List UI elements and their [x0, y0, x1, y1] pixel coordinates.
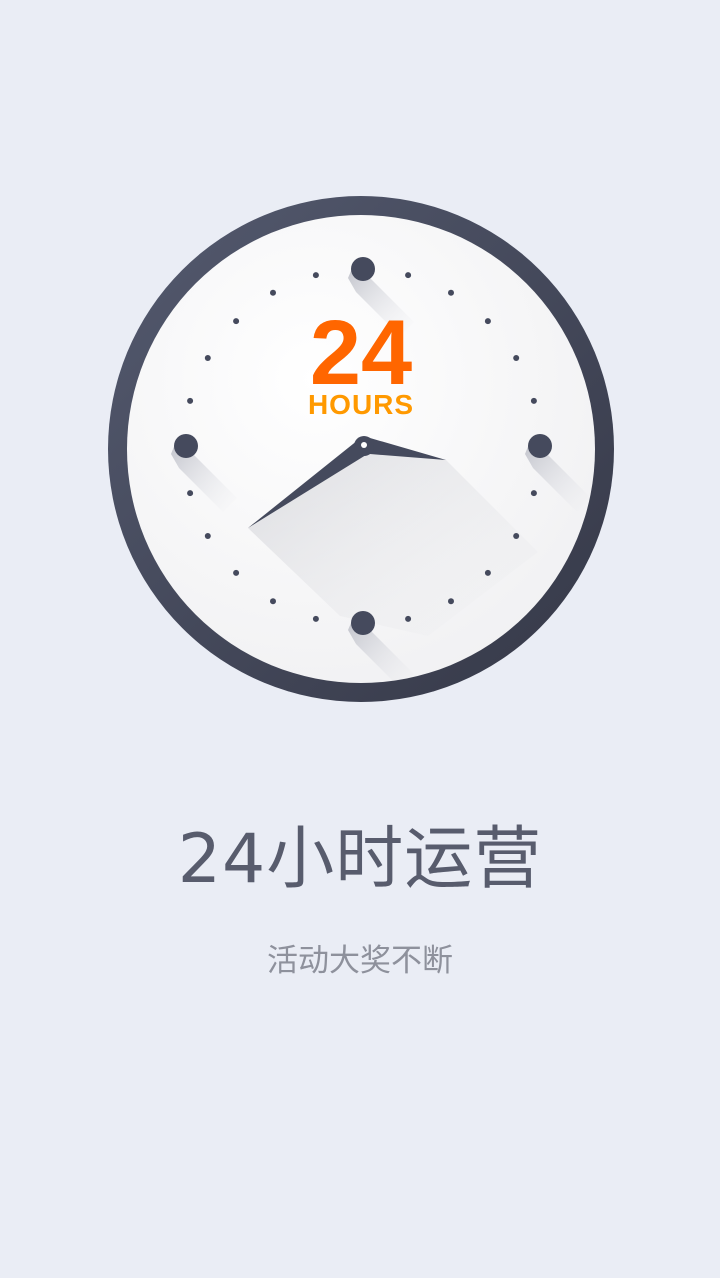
minute-tick-dot: [405, 272, 412, 279]
splash-screen: 24 HOURS 24小时运营 活动大奖不断: [0, 0, 720, 1278]
subtitle-text: 活动大奖不断: [267, 943, 453, 979]
clock-icon: 24 HOURS: [108, 196, 614, 702]
minute-tick-dot: [187, 490, 194, 497]
minute-tick-dot: [270, 289, 276, 296]
minute-tick-dot: [448, 598, 454, 605]
minute-tick-dot: [233, 318, 240, 325]
clock-center-pin: [361, 442, 367, 448]
minute-tick-dot: [312, 272, 319, 279]
minute-tick-dot: [204, 533, 211, 539]
minute-tick-dot: [448, 289, 454, 296]
minute-tick-dot: [270, 598, 276, 605]
headline-title: 24小时运营: [177, 820, 543, 899]
clock-illustration: 24 HOURS: [108, 196, 614, 702]
hour-dot-9: [174, 434, 198, 458]
hour-dot-6: [351, 611, 375, 635]
minute-tick-dot: [312, 615, 319, 622]
minute-tick-dot: [513, 533, 520, 539]
minute-tick-dot: [233, 569, 240, 576]
clock-unit-label: HOURS: [308, 389, 414, 420]
hour-dot-12: [351, 257, 375, 281]
minute-tick-dot: [484, 569, 491, 576]
minute-tick-dot: [187, 397, 194, 404]
minute-tick-dot: [530, 397, 537, 404]
minute-tick-dot: [405, 615, 412, 622]
minute-tick-dot: [204, 355, 211, 361]
minute-tick-dot: [530, 490, 537, 497]
minute-tick-dot: [484, 318, 491, 325]
hour-dot-3: [528, 434, 552, 458]
minute-tick-dot: [513, 355, 520, 361]
